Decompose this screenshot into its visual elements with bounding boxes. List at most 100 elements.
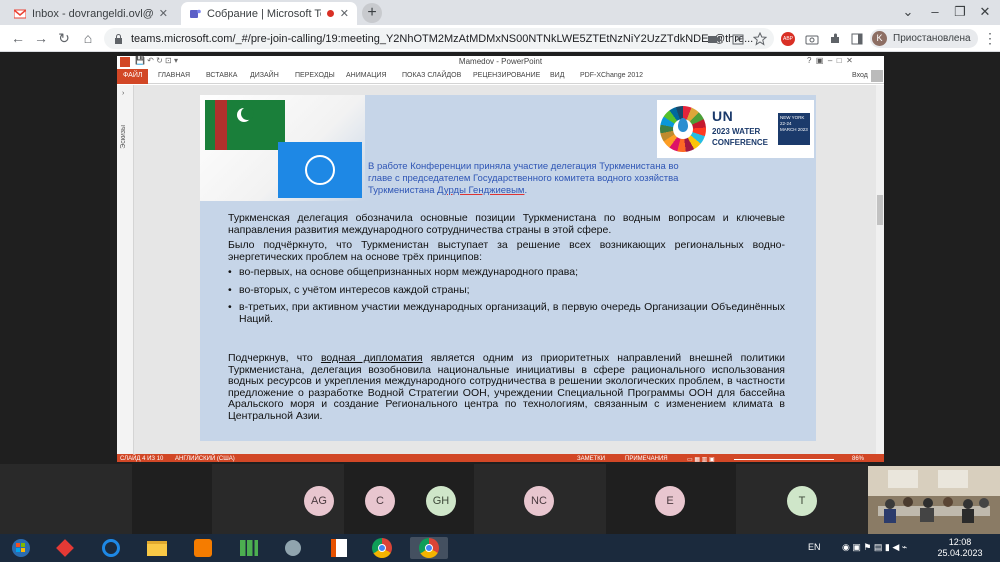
tab-gmail[interactable]: Inbox - dovrangeldi.ovl@gmail.c ✕ [6, 2, 176, 25]
paragraph-3: Подчеркнув, что водная дипломатия являет… [228, 352, 785, 422]
scroll-thumb[interactable] [877, 195, 883, 225]
star-icon[interactable] [753, 32, 767, 46]
ppt-title-bar: 💾 ↶ ↻ ⊡ ▾ Mamedov - PowerPoint ? ▣ – □ ✕ [117, 56, 884, 69]
profile-status: Приостановлена [893, 33, 971, 44]
reload-button[interactable]: ↻ [54, 29, 74, 49]
participant-avatar[interactable]: T [787, 486, 817, 516]
participant-avatar[interactable]: NC [524, 486, 554, 516]
home-icon[interactable]: ⌂ [78, 29, 98, 49]
tab-home[interactable]: ГЛАВНАЯ [158, 72, 190, 79]
camera-icon[interactable] [707, 32, 721, 46]
extensions-icon[interactable] [828, 32, 842, 46]
conference-room-video [868, 466, 1000, 534]
tab-pdf-xchange[interactable]: PDF-XChange 2012 [580, 72, 643, 79]
logo-line1: 2023 WATER [712, 127, 761, 136]
photo-caption: В работе Конференции приняла участие дел… [368, 161, 688, 197]
participant-avatar[interactable]: E [655, 486, 685, 516]
office-app-icon[interactable] [324, 537, 354, 559]
gmail-icon [14, 8, 26, 18]
clock-date: 25.04.2023 [937, 548, 983, 558]
screenshot-icon[interactable] [805, 32, 819, 46]
thumbnails-pane[interactable]: › Эскизы [117, 85, 134, 454]
close-tab-icon[interactable]: ✕ [340, 7, 349, 20]
anydesk-icon[interactable] [50, 537, 80, 559]
close-tab-icon[interactable]: ✕ [159, 7, 168, 20]
media-player-icon[interactable] [188, 537, 218, 559]
vertical-scrollbar[interactable] [876, 85, 884, 454]
un-water-conference-logo: UN 2023 WATER CONFERENCE NEW YORK 22-24 … [657, 100, 814, 158]
chart-app-icon[interactable] [234, 537, 264, 559]
slide-body: Туркменская делегация обозначила основны… [228, 212, 785, 426]
list-item: во-первых, на основе общепризнанных норм… [228, 266, 785, 279]
tab-view[interactable]: ВИД [550, 72, 564, 79]
paragraph-3-start: Подчеркнув, что [228, 352, 321, 364]
tab-slideshow[interactable]: ПОКАЗ СЛАЙДОВ [402, 72, 461, 79]
logo-line2: CONFERENCE [712, 138, 769, 147]
browser-tab-bar: Inbox - dovrangeldi.ovl@gmail.c ✕ Собран… [0, 0, 1000, 25]
share-icon[interactable] [731, 32, 745, 46]
caption-end: . [524, 185, 528, 196]
system-clock[interactable]: 12:08 25.04.2023 [930, 537, 990, 559]
ribbon-tabs: ФАЙЛ ГЛАВНАЯ ВСТАВКА ДИЗАЙН ПЕРЕХОДЫ АНИ… [117, 69, 884, 84]
un-emblem-icon [305, 155, 335, 185]
start-button[interactable] [4, 537, 38, 559]
participant-avatar[interactable]: C [365, 486, 395, 516]
document-title: Mamedov - PowerPoint [458, 57, 543, 66]
teams-icon [190, 9, 201, 18]
input-language[interactable]: EN [808, 542, 821, 552]
chrome-icon[interactable] [367, 537, 397, 559]
sidepanel-icon[interactable] [850, 32, 864, 46]
address-bar[interactable]: teams.microsoft.com/_#/pre-join-calling/… [104, 28, 774, 49]
slide: UN 2023 WATER CONFERENCE NEW YORK 22-24 … [200, 95, 816, 441]
participant-tile[interactable] [0, 464, 132, 534]
tab-review[interactable]: РЕЦЕНЗИРОВАНИЕ [473, 72, 540, 79]
chrome-active-icon[interactable] [410, 537, 448, 559]
signin-link[interactable]: Вход [852, 72, 868, 79]
tab-title: Inbox - dovrangeldi.ovl@gmail.c [32, 7, 153, 20]
menu-icon[interactable]: ⋮ [980, 29, 1000, 49]
windows-logo-icon [12, 539, 30, 557]
participant-avatar[interactable]: GH [426, 486, 456, 516]
participant-avatar[interactable]: AG [304, 486, 334, 516]
network-app-icon[interactable] [278, 537, 308, 559]
tab-design[interactable]: ДИЗАЙН [250, 72, 279, 79]
clock-time: 12:08 [948, 537, 972, 547]
logo-title: UN [712, 108, 734, 124]
forward-button[interactable]: → [31, 29, 51, 49]
adblock-icon[interactable]: ABP [781, 32, 795, 46]
principles-list: во-первых, на основе общепризнанных норм… [228, 266, 785, 325]
tray-icons[interactable]: ◉ ▣ ⚑ ▤ ▮ ◀ ⌁ [842, 542, 907, 553]
expand-thumbnails-icon[interactable]: › [122, 90, 124, 97]
list-item: в-третьих, при активном участии междунар… [228, 301, 785, 325]
user-avatar-icon[interactable] [871, 70, 883, 82]
recording-icon [326, 10, 334, 17]
close-window-button[interactable]: ✕ [970, 0, 1000, 25]
tab-transitions[interactable]: ПЕРЕХОДЫ [295, 72, 335, 79]
caption-name: Дурды Генджиевым [437, 185, 525, 196]
participants-strip: AG C GH NC E T [0, 462, 1000, 534]
thumbnails-label: Эскизы [120, 125, 127, 149]
zoom-slider[interactable] [734, 459, 834, 460]
tab-title: Собрание | Microsoft Teams [207, 7, 321, 20]
tab-search-icon[interactable]: ⌄ [893, 0, 923, 25]
paragraph-1: Туркменская делегация обозначила основны… [228, 212, 785, 236]
tab-insert[interactable]: ВСТАВКА [206, 72, 237, 79]
water-drop-icon [678, 118, 688, 132]
paragraph-3-highlight: водная дипломатия [320, 352, 423, 364]
participant-video[interactable] [868, 466, 1000, 534]
browser-toolbar: ← → ↻ ⌂ teams.microsoft.com/_#/pre-join-… [0, 25, 1000, 52]
back-button[interactable]: ← [8, 29, 28, 49]
profile-chip[interactable]: K Приостановлена [870, 29, 978, 48]
new-tab-button[interactable]: + [362, 3, 382, 23]
tab-animations[interactable]: АНИМАЦИЯ [346, 72, 387, 79]
list-item: во-вторых, с учётом интересов каждой стр… [228, 284, 785, 297]
tab-file[interactable]: ФАЙЛ [117, 69, 149, 84]
window-controls[interactable]: ? ▣ – □ ✕ [807, 56, 853, 65]
un-flag [278, 142, 362, 198]
paragraph-2: Было подчёркнуто, что Туркменистан высту… [228, 239, 785, 263]
explorer-icon[interactable] [142, 537, 172, 559]
turkmenistan-flag [205, 100, 285, 150]
lock-icon [115, 33, 122, 44]
tab-teams[interactable]: Собрание | Microsoft Teams ✕ [181, 2, 357, 25]
ie-icon[interactable] [96, 537, 126, 559]
